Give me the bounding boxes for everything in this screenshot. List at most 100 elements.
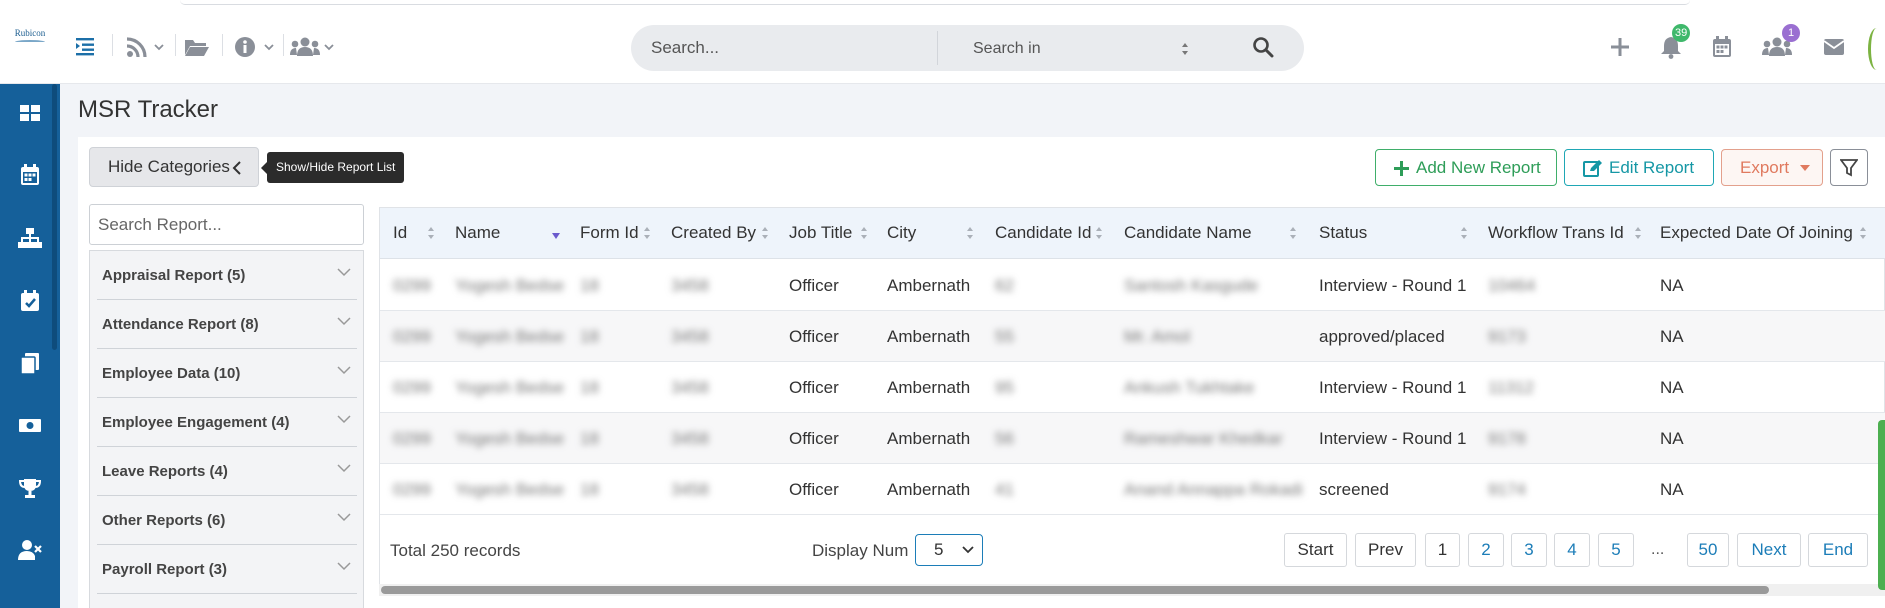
pagination-end[interactable]: End xyxy=(1808,533,1868,567)
sort-icon[interactable] xyxy=(1859,225,1867,241)
sort-icon[interactable] xyxy=(1460,225,1468,241)
chevron-down-icon xyxy=(337,317,351,326)
export-button[interactable]: Export xyxy=(1721,149,1823,186)
table-row[interactable]: 0299 Yogesh Bedse 18 3458 Officer Ambern… xyxy=(380,362,1885,413)
info-icon[interactable] xyxy=(234,36,256,58)
user-remove-icon[interactable] xyxy=(17,537,43,563)
company-logo[interactable]: Rubicon xyxy=(10,28,50,50)
documents-icon[interactable] xyxy=(17,350,43,376)
table-row[interactable]: 0299 Yogesh Bedse 18 3458 Officer Ambern… xyxy=(380,311,1885,362)
col-header-name[interactable]: Name xyxy=(455,223,500,243)
cell-candidate-name: Santosh Kasgude xyxy=(1124,276,1259,295)
table-header: Id Name Form Id Created By Job Title Cit… xyxy=(380,208,1885,259)
chevron-down-icon xyxy=(962,546,974,554)
col-header-id[interactable]: Id xyxy=(393,223,407,243)
mail-icon[interactable] xyxy=(1823,38,1845,56)
sidebar-calendar-icon[interactable] xyxy=(17,162,43,188)
org-chart-icon[interactable] xyxy=(17,225,43,251)
pagination-next[interactable]: Next xyxy=(1737,533,1801,567)
info-chevron-down-icon[interactable] xyxy=(264,43,274,51)
calendar-icon[interactable] xyxy=(1712,36,1732,58)
pagination-prev[interactable]: Prev xyxy=(1355,533,1416,567)
col-header-form-id[interactable]: Form Id xyxy=(580,223,639,243)
cell-created-by: 3458 xyxy=(671,480,709,499)
rss-chevron-down-icon[interactable] xyxy=(154,43,164,51)
search-icon[interactable] xyxy=(1251,35,1275,59)
corner-decoration xyxy=(1868,28,1885,70)
logo-swoosh xyxy=(15,40,45,44)
plus-icon[interactable] xyxy=(1610,37,1630,57)
col-header-candidate-id[interactable]: Candidate Id xyxy=(995,223,1091,243)
category-item[interactable]: Payroll Report (3) xyxy=(97,545,357,594)
col-header-job-title[interactable]: Job Title xyxy=(789,223,852,243)
table-row[interactable]: 0299 Yogesh Bedse 18 3458 Officer Ambern… xyxy=(380,260,1885,311)
pagination-page[interactable]: 2 xyxy=(1468,533,1504,567)
col-header-candidate-name[interactable]: Candidate Name xyxy=(1124,223,1252,243)
sort-icon[interactable] xyxy=(966,225,974,241)
search-report-input[interactable] xyxy=(89,204,364,245)
sort-icon[interactable] xyxy=(1634,225,1642,241)
cell-job-title: Officer xyxy=(789,276,839,295)
sort-icon[interactable] xyxy=(761,225,769,241)
sort-icon[interactable] xyxy=(1289,225,1297,241)
folder-icon[interactable] xyxy=(184,37,210,57)
filter-button[interactable] xyxy=(1830,149,1868,186)
cell-status: approved/placed xyxy=(1319,327,1445,346)
pagination-page[interactable]: 5 xyxy=(1598,533,1634,567)
add-new-report-button[interactable]: Add New Report xyxy=(1375,149,1557,186)
pagination-page[interactable]: 3 xyxy=(1511,533,1547,567)
cell-city: Ambernath xyxy=(887,276,971,295)
cell-created-by: 3458 xyxy=(671,429,709,448)
category-item[interactable]: Leave Reports (4) xyxy=(97,447,357,496)
users-chevron-down-icon[interactable] xyxy=(324,43,334,51)
col-header-city[interactable]: City xyxy=(887,223,916,243)
category-item[interactable]: Appraisal Report (5) xyxy=(97,251,357,300)
cell-form-id: 18 xyxy=(580,327,599,346)
sidebar-scrollbar[interactable] xyxy=(52,84,57,350)
cell-city: Ambernath xyxy=(887,327,971,346)
category-item[interactable]: Other Reports (6) xyxy=(97,496,357,545)
edit-report-button[interactable]: Edit Report xyxy=(1564,149,1714,186)
hide-categories-button[interactable]: Hide Categories xyxy=(89,147,259,187)
scrollbar-thumb[interactable] xyxy=(381,586,1769,594)
category-item[interactable]: Attendance Report (8) xyxy=(97,300,357,349)
col-header-created-by[interactable]: Created By xyxy=(671,223,756,243)
table-row[interactable]: 0299 Yogesh Bedse 18 3458 Officer Ambern… xyxy=(380,464,1885,515)
col-header-status[interactable]: Status xyxy=(1319,223,1367,243)
table-row[interactable]: 0299 Yogesh Bedse 18 3458 Officer Ambern… xyxy=(380,413,1885,464)
menu-toggle-icon[interactable] xyxy=(76,36,96,56)
sort-icon[interactable] xyxy=(643,225,651,241)
pagination-start[interactable]: Start xyxy=(1284,533,1347,567)
search-input[interactable] xyxy=(651,35,951,61)
cell-id: 0299 xyxy=(393,378,431,397)
category-item[interactable]: Employee Data (10) xyxy=(97,349,357,398)
category-label: Employee Engagement (4) xyxy=(102,414,290,431)
side-panel-handle[interactable] xyxy=(1878,420,1885,590)
pagination-page[interactable]: 4 xyxy=(1554,533,1590,567)
col-header-expected-doj[interactable]: Expected Date Of Joining xyxy=(1660,223,1853,243)
users-icon[interactable] xyxy=(290,37,320,57)
money-icon[interactable] xyxy=(17,412,43,438)
dashboard-icon[interactable] xyxy=(17,100,43,126)
sort-icon[interactable] xyxy=(860,225,868,241)
report-table: Id Name Form Id Created By Job Title Cit… xyxy=(379,207,1885,594)
col-header-workflow-trans-id[interactable]: Workflow Trans Id xyxy=(1488,223,1624,243)
search-in-select[interactable]: Search in xyxy=(973,40,1041,58)
display-num-select[interactable]: 5 xyxy=(915,534,983,566)
display-num-label: Display Num xyxy=(812,541,909,560)
select-updown-icon[interactable] xyxy=(1181,42,1189,56)
table-horizontal-scrollbar[interactable] xyxy=(379,584,1885,596)
calendar-check-icon[interactable] xyxy=(17,288,43,314)
pagination-page-last[interactable]: 50 xyxy=(1687,533,1729,567)
category-label: Leave Reports (4) xyxy=(102,463,228,480)
trophy-icon[interactable] xyxy=(17,475,43,501)
rss-icon[interactable] xyxy=(126,36,148,58)
category-label: Attendance Report (8) xyxy=(102,316,259,333)
cell-workflow-trans-id: 9178 xyxy=(1488,429,1526,448)
sort-icon[interactable] xyxy=(427,225,435,241)
sort-desc-icon[interactable] xyxy=(552,225,560,241)
display-num-value: 5 xyxy=(934,540,944,559)
pagination-page[interactable]: 1 xyxy=(1425,533,1460,567)
category-item[interactable]: Employee Engagement (4) xyxy=(97,398,357,447)
sort-icon[interactable] xyxy=(1095,225,1103,241)
